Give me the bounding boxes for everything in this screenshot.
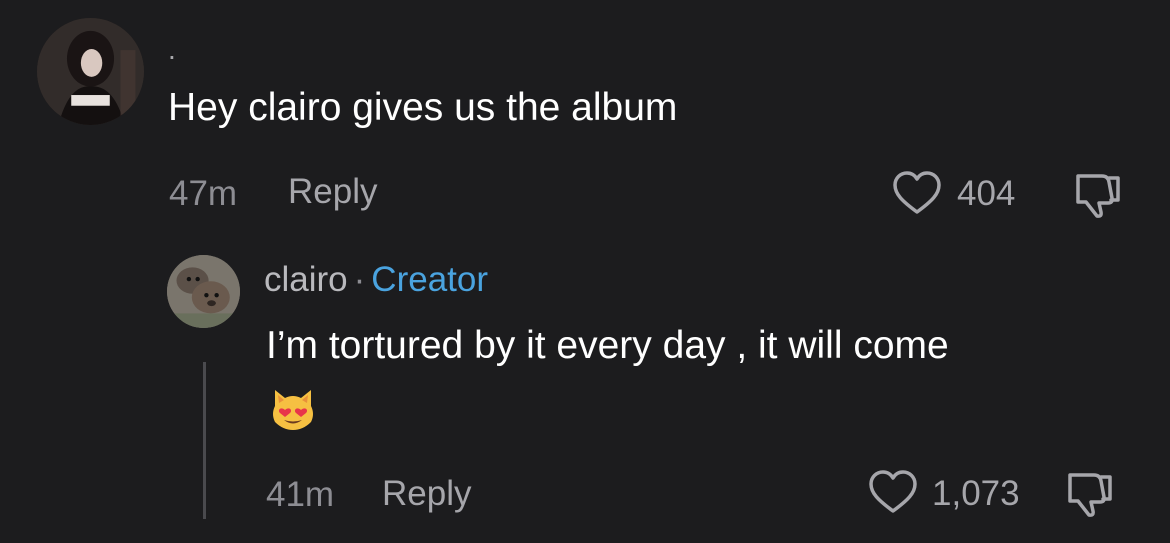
creator-avatar[interactable] (167, 255, 240, 328)
header-separator: · (353, 260, 366, 299)
reply-to-reply-button[interactable]: Reply (382, 476, 471, 511)
comment-timestamp: 47m (169, 174, 238, 213)
reply-text: I’m tortured by it every day , it will c… (266, 324, 949, 367)
comment-text: Hey clairo gives us the album (168, 86, 678, 129)
commenter-avatar-image (37, 18, 144, 125)
creator-badge: Creator (371, 260, 489, 299)
creator-username[interactable]: clairo (264, 260, 348, 299)
commenter-username[interactable]: . (168, 36, 176, 64)
reply-like-count: 1,073 (932, 474, 1020, 513)
creator-avatar-image (167, 255, 240, 328)
thread-connector (203, 362, 206, 519)
reply-timestamp: 41m (266, 475, 335, 514)
like-count: 404 (957, 174, 1016, 213)
heart-icon[interactable] (892, 170, 942, 216)
heart-icon[interactable] (868, 469, 918, 515)
thumbs-down-icon[interactable] (1064, 467, 1116, 519)
reply-header: clairo · Creator (264, 262, 488, 297)
commenter-avatar[interactable] (37, 18, 144, 125)
smiling-cat-heart-eyes-icon (273, 390, 313, 430)
thumbs-down-icon[interactable] (1072, 168, 1124, 220)
reply-button[interactable]: Reply (288, 174, 377, 209)
